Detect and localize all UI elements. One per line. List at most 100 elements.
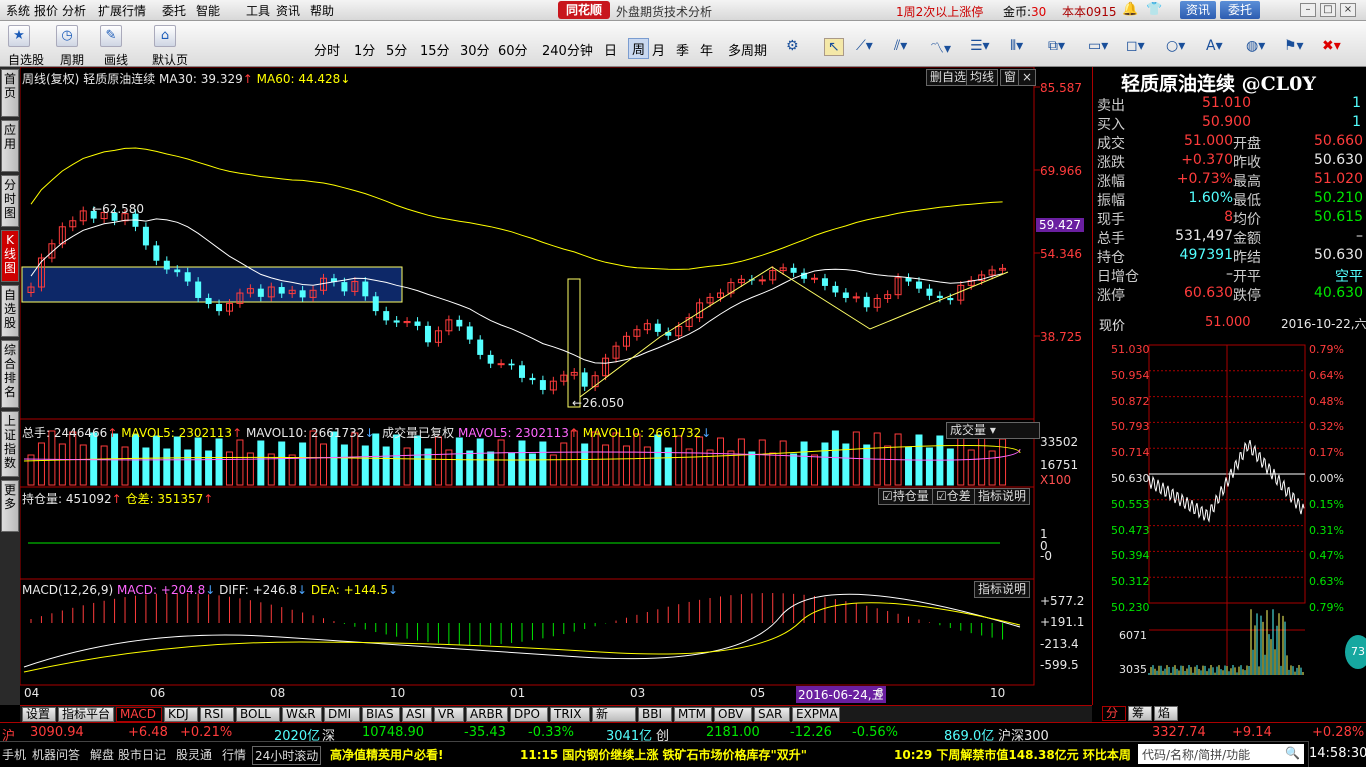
default-page-label[interactable]: 默认页 (152, 51, 188, 68)
status-item[interactable]: 行情 (222, 746, 246, 763)
minimize-icon[interactable]: – (1300, 3, 1316, 17)
period-tab[interactable]: 30分 (460, 40, 490, 59)
period-tab[interactable]: 季 (676, 40, 689, 59)
indicator-tab[interactable]: ASI (402, 707, 432, 722)
indicator-tab[interactable]: EXPMA (792, 707, 840, 722)
indicator-tab[interactable]: TRIX (550, 707, 590, 722)
menu-item[interactable]: 报价 (34, 2, 58, 19)
menu-item[interactable]: 智能 (196, 2, 220, 19)
menu-item[interactable]: 系统 (6, 2, 30, 19)
clock-icon[interactable]: ◷ (56, 25, 78, 47)
settings-gear-icon[interactable]: ⚙ (786, 38, 799, 54)
status-item[interactable]: 股灵通 (176, 746, 212, 763)
indicator-tab[interactable]: MACD (116, 707, 162, 722)
ad-link[interactable]: 1周2次以上涨停 (896, 3, 983, 20)
notification-badge[interactable]: 73 (1345, 635, 1366, 669)
text-tool-icon[interactable]: A▾ (1206, 38, 1223, 54)
indicator-tab[interactable]: BIAS (362, 707, 400, 722)
kline-chart[interactable] (20, 67, 1092, 705)
left-tab[interactable]: K线图 (1, 230, 19, 282)
indicator-tab[interactable]: VR (434, 707, 464, 722)
indicator-tab[interactable]: 设置 (22, 707, 56, 722)
window-button[interactable]: 窗 (1000, 69, 1021, 86)
indicator-tab[interactable]: BOLL (236, 707, 280, 722)
mark-tool-icon[interactable]: ⚑▾ (1284, 38, 1304, 54)
news-ticker-1[interactable]: 高净值精英用户必看! (330, 746, 443, 763)
indicator-tab[interactable]: KDJ (164, 707, 198, 722)
indicator-tab[interactable]: SAR (754, 707, 790, 722)
delete-watchlist-button[interactable]: 删自选 (926, 69, 971, 86)
delete-icon[interactable]: ✖▾ (1322, 38, 1341, 54)
indicator-tab[interactable]: W&R (282, 707, 322, 722)
indicator-tab[interactable]: OBV (714, 707, 752, 722)
menu-item[interactable]: 工具 (246, 2, 270, 19)
left-tab[interactable]: 首页 (1, 69, 19, 117)
rect-tool-icon[interactable]: ▭▾ (1088, 38, 1108, 54)
period-tab[interactable]: 15分 (420, 40, 450, 59)
status-item[interactable]: 解盘 (90, 746, 114, 763)
period-tab[interactable]: 周 (628, 38, 650, 59)
indicator-tab[interactable]: DPO (510, 707, 548, 722)
menu-item[interactable]: 委托 (162, 2, 186, 19)
status-item[interactable]: 手机 (2, 746, 26, 763)
left-tab[interactable]: 上证指数 (1, 411, 19, 477)
star-icon[interactable]: ★ (8, 25, 30, 47)
indicator-tab[interactable]: ARBR (466, 707, 508, 722)
left-tab[interactable]: 自选股 (1, 285, 19, 337)
menu-item[interactable]: 扩展行情 (98, 2, 146, 19)
channel-tool-icon[interactable]: ⧉▾ (1048, 38, 1065, 54)
quote-tab[interactable]: 分 (1102, 706, 1126, 721)
status-item[interactable]: 股市日记 (118, 746, 166, 763)
quote-tab[interactable]: 筹 (1128, 706, 1152, 721)
period-tab[interactable]: 60分 (498, 40, 528, 59)
chart-close-icon[interactable]: × (1018, 69, 1037, 86)
intraday-chart[interactable] (1093, 335, 1366, 705)
cursor-icon[interactable]: ↖ (824, 38, 844, 56)
period-label[interactable]: 周期 (60, 51, 84, 68)
period-tab[interactable]: 240分钟 (542, 40, 593, 59)
left-tab[interactable]: 更多 (1, 480, 19, 532)
watchlist-label[interactable]: 自选股 (8, 51, 44, 68)
news-button[interactable]: 资讯 (1180, 1, 1216, 19)
oi-diff-checkbox[interactable]: ☑仓差 (932, 488, 975, 505)
macd-explain-button[interactable]: 指标说明 (974, 581, 1031, 598)
close-icon[interactable]: × (1340, 3, 1356, 17)
palette-icon[interactable]: ◍▾ (1246, 38, 1265, 54)
bell-icon[interactable]: 🔔 (1122, 2, 1138, 18)
quote-tab[interactable]: 焰 (1154, 706, 1178, 721)
parallel-tool-icon[interactable]: ⫽▾ (894, 38, 907, 54)
pen-icon[interactable]: ✎ (100, 25, 122, 47)
maximize-icon[interactable]: □ (1320, 3, 1336, 17)
shirt-icon[interactable]: 👕 (1146, 2, 1162, 18)
code-search-input[interactable]: 代码/名称/简拼/功能 🔍 (1138, 744, 1304, 764)
period-tab[interactable]: 年 (700, 40, 713, 59)
menu-item[interactable]: 资讯 (276, 2, 300, 19)
ellipse-tool-icon[interactable]: ○▾ (1166, 38, 1185, 54)
scroll-label[interactable]: 24小时滚动 (252, 746, 322, 765)
wave-tool-icon[interactable]: 〽▾ (930, 38, 951, 58)
indicator-tab[interactable]: DMI (324, 707, 360, 722)
period-tab[interactable]: 日 (604, 40, 617, 59)
indicator-tab[interactable]: RSI (200, 707, 234, 722)
indicator-tab[interactable]: BBI (638, 707, 672, 722)
gann-tool-icon[interactable]: ⦀▾ (1010, 38, 1023, 54)
period-tab[interactable]: 分时 (314, 40, 340, 59)
news-ticker-2[interactable]: 11:15 国内钢价继续上涨 铁矿石市场价格库存"双升" (520, 746, 807, 763)
period-tab[interactable]: 多周期 (728, 40, 767, 59)
menu-item[interactable]: 分析 (62, 2, 86, 19)
volume-indicator-dropdown[interactable]: 成交量 ▾ (946, 422, 1040, 439)
left-tab[interactable]: 分时图 (1, 175, 19, 227)
line-tool-icon[interactable]: ⟋▾ (856, 38, 873, 54)
home-icon[interactable]: ⌂ (154, 25, 176, 47)
draw-label[interactable]: 画线 (104, 51, 128, 68)
oi-checkbox[interactable]: ☑持仓量 (878, 488, 933, 505)
indicator-tab[interactable]: 指标平台 (58, 707, 114, 722)
indicator-tab[interactable]: 新DMA (592, 707, 636, 734)
period-tab[interactable]: 1分 (354, 40, 375, 59)
menu-item[interactable]: 帮助 (310, 2, 334, 19)
left-tab[interactable]: 综合排名 (1, 340, 19, 408)
news-ticker-3[interactable]: 10:29 下周解禁市值148.38亿元 环比本周 (894, 746, 1131, 763)
fib-tool-icon[interactable]: ☰▾ (970, 38, 990, 54)
period-tab[interactable]: 月 (652, 40, 665, 59)
ma-button[interactable]: 均线 (966, 69, 999, 86)
